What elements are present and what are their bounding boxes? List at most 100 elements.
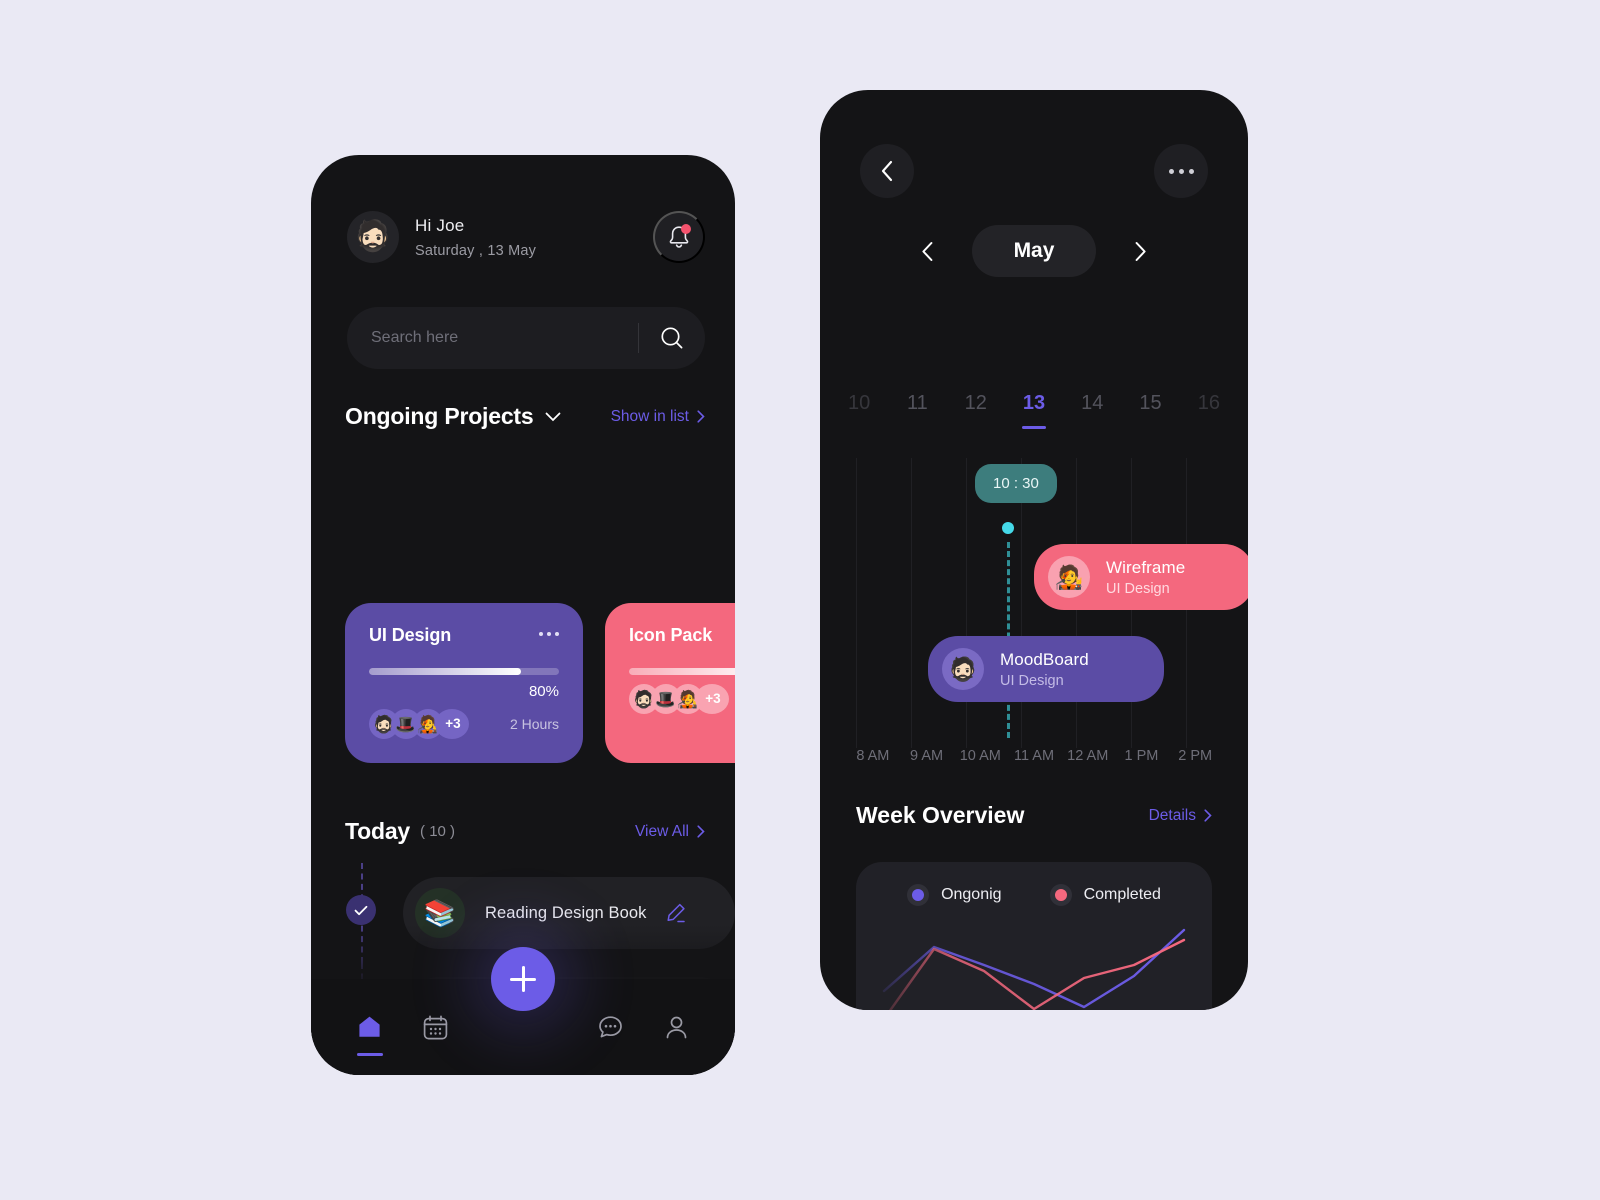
previous-month-button[interactable] — [913, 233, 942, 270]
hour-label: 8 AM — [856, 748, 890, 764]
project-card-top: Icon Pack — [629, 625, 735, 646]
notification-badge — [681, 224, 691, 234]
task-status-done[interactable] — [346, 895, 376, 925]
today-title: Today — [345, 818, 411, 844]
greeting-text: Hi Joe — [415, 215, 465, 235]
hour-label: 1 PM — [1124, 748, 1159, 764]
hour-label: 10 AM — [959, 748, 1001, 764]
notifications-button[interactable] — [653, 211, 705, 263]
next-month-button[interactable] — [1126, 233, 1155, 270]
legend-swatch — [1049, 884, 1072, 906]
current-time-pill: 10 : 30 — [975, 464, 1057, 503]
project-card-footer: 🧔🏻 🎩 🧑‍🎤 +3 2 Hours — [369, 709, 559, 739]
progress-fill — [369, 668, 521, 675]
active-tab-indicator — [356, 1053, 383, 1056]
search-bar[interactable] — [347, 307, 705, 369]
timeline-gridline — [911, 458, 912, 748]
pencil-icon — [666, 903, 685, 923]
task-title: Reading Design Book — [485, 903, 647, 922]
selected-day-indicator — [1021, 426, 1046, 429]
current-date: Saturday , 13 May — [415, 242, 537, 259]
tab-home[interactable] — [356, 1014, 383, 1056]
details-link[interactable]: Details — [1149, 807, 1212, 825]
chart-legend: Ongonig Completed — [856, 884, 1212, 906]
day-cell[interactable]: 10 — [830, 392, 888, 429]
show-in-list-link[interactable]: Show in list — [611, 408, 705, 426]
extra-members-count: +3 — [695, 684, 729, 714]
today-header: Today ( 10 ) View All — [345, 818, 705, 845]
event-title: MoodBoard — [1000, 649, 1089, 669]
member-avatars[interactable]: 🧔🏻 🎩 🧑‍🎤 +3 — [629, 684, 729, 714]
progress-track — [629, 668, 735, 675]
day-cell-selected[interactable]: 13 — [1005, 392, 1063, 429]
day-cell[interactable]: 12 — [947, 392, 1005, 429]
tab-calendar[interactable] — [422, 1014, 449, 1041]
legend-label: Completed — [1083, 886, 1161, 903]
progress-track — [369, 668, 559, 675]
edit-task-button[interactable] — [665, 902, 687, 924]
chart-plot-area — [882, 928, 1186, 1010]
details-label: Details — [1148, 806, 1196, 824]
event-text: MoodBoard UI Design — [1000, 650, 1089, 689]
chevron-down-icon[interactable] — [545, 412, 561, 422]
progress-fill — [629, 668, 735, 675]
day-cell[interactable]: 11 — [888, 392, 946, 429]
timeline-gridline — [966, 458, 967, 748]
search-icon — [661, 327, 683, 349]
avatar: 🧔🏻 — [942, 648, 984, 690]
check-icon — [354, 905, 368, 915]
legend-item-completed[interactable]: Completed — [1049, 884, 1161, 906]
project-card-ui-design[interactable]: UI Design 80% 🧔🏻 🎩 🧑‍🎤 +3 2 Hours — [345, 603, 583, 763]
event-card-moodboard[interactable]: 🧔🏻 MoodBoard UI Design — [928, 636, 1164, 702]
tab-profile[interactable] — [663, 1014, 690, 1041]
current-month[interactable]: May — [971, 225, 1097, 277]
week-overview-title: Week Overview — [856, 802, 1025, 828]
chevron-right-icon — [697, 410, 705, 423]
tab-chat[interactable] — [597, 1014, 624, 1041]
more-horizontal-icon[interactable] — [539, 625, 559, 636]
more-horizontal-icon — [1168, 168, 1194, 174]
day-cell[interactable]: 16 — [1180, 392, 1238, 429]
task-card[interactable]: 📚 Reading Design Book — [403, 877, 735, 949]
back-button[interactable] — [860, 144, 914, 198]
today-count: ( 10 ) — [420, 823, 456, 840]
hour-label: 2 PM — [1178, 748, 1213, 764]
project-card-top: UI Design — [369, 625, 559, 646]
legend-item-ongoing[interactable]: Ongonig — [907, 884, 1002, 906]
hour-label: 11 AM — [1014, 748, 1055, 764]
event-card-wireframe[interactable]: 🧑‍🎤 Wireframe UI Design — [1034, 544, 1248, 610]
view-all-link[interactable]: View All — [635, 823, 705, 841]
phone-screen-schedule: May 10 11 12 13 14 15 16 10 : 30 — [820, 90, 1248, 1010]
add-task-button[interactable] — [491, 947, 555, 1011]
week-overview-chart: Ongonig Completed — [856, 862, 1212, 1010]
chevron-right-icon — [1136, 241, 1147, 261]
day-number: 13 — [1022, 392, 1046, 414]
project-name: UI Design — [369, 625, 452, 645]
hour-label: 9 AM — [910, 748, 944, 764]
show-in-list-label: Show in list — [610, 407, 689, 425]
profile-icon — [666, 1016, 686, 1038]
legend-label: Ongonig — [941, 886, 1002, 903]
timeline-hour-axis: 8 AM 9 AM 10 AM 11 AM 12 AM 1 PM 2 PM — [820, 748, 1248, 764]
view-all-label: View All — [635, 822, 689, 840]
search-button[interactable] — [639, 307, 705, 369]
project-card-icon-pack[interactable]: Icon Pack 🧔🏻 🎩 🧑‍🎤 +3 — [605, 603, 735, 763]
chevron-right-icon — [697, 825, 705, 838]
search-input[interactable] — [347, 329, 638, 347]
avatar[interactable]: 🧔🏻 — [347, 211, 399, 263]
day-strip[interactable]: 10 11 12 13 14 15 16 — [820, 392, 1248, 429]
event-text: Wireframe UI Design — [1106, 558, 1185, 597]
legend-swatch — [907, 884, 930, 906]
more-options-button[interactable] — [1154, 144, 1208, 198]
chevron-right-icon — [1204, 809, 1212, 822]
canvas: 🧔🏻 Hi Joe Saturday , 13 May Search here … — [0, 0, 1600, 1200]
member-avatars[interactable]: 🧔🏻 🎩 🧑‍🎤 +3 — [369, 709, 469, 739]
projects-carousel[interactable]: UI Design 80% 🧔🏻 🎩 🧑‍🎤 +3 2 Hours — [345, 603, 735, 763]
day-cell[interactable]: 15 — [1121, 392, 1179, 429]
list-item[interactable]: 📚 Reading Design Book — [345, 863, 735, 963]
event-title: Wireframe — [1106, 557, 1186, 577]
schedule-topbar — [860, 144, 1208, 198]
chevron-left-icon — [881, 160, 893, 182]
hour-label: 12 AM — [1067, 748, 1109, 764]
day-cell[interactable]: 14 — [1063, 392, 1121, 429]
